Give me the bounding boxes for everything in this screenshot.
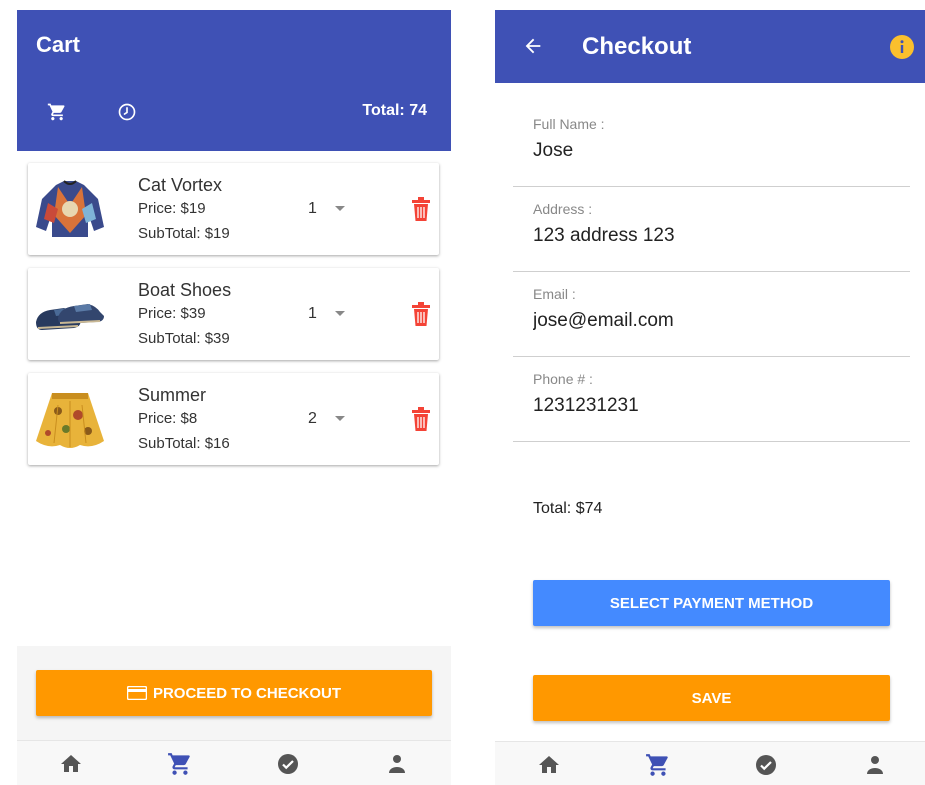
caret-down-icon [335,311,345,316]
caret-down-icon [335,206,345,211]
field-label: Email : [533,286,576,302]
page-title: Checkout [582,33,692,60]
address-field: Address : [513,201,910,272]
person-icon[interactable] [384,751,410,777]
sweater-image [34,175,106,243]
item-price: Price: $19 [138,200,206,217]
shoes-image [34,280,106,348]
cart-icon[interactable] [645,752,671,778]
trash-icon[interactable] [411,406,431,432]
quantity-select[interactable]: 1 [308,200,352,220]
cart-footer: PROCEED TO CHECKOUT [17,646,451,741]
arrow-back-icon[interactable] [522,35,544,57]
person-icon[interactable] [862,752,888,778]
check-circle-icon[interactable] [753,752,779,778]
field-label: Full Name : [533,116,605,132]
item-subtotal: SubTotal: $39 [138,330,230,347]
bottom-nav [495,741,925,785]
phone-field: Phone # : [513,371,910,442]
item-name: Boat Shoes [138,280,232,300]
quantity-select[interactable]: 2 [308,410,352,430]
item-price: Price: $8 [138,410,198,427]
item-name: Summer [138,385,207,405]
checkout-header: Checkout [495,10,925,83]
cart-screen: Cart Total: 74 Cat Vortex Price: $19 Sub… [17,10,451,785]
item-name: Cat Vortex [138,175,223,195]
trash-icon[interactable] [411,196,431,222]
cart-item: Cat Vortex Price: $19 SubTotal: $19 1 [28,163,439,255]
email-input[interactable] [533,308,903,334]
clock-icon[interactable] [117,102,137,122]
address-input[interactable] [533,223,903,249]
full-name-input[interactable] [533,138,903,164]
proceed-button-label: PROCEED TO CHECKOUT [152,684,342,702]
cart-header: Cart Total: 74 [17,10,451,151]
full-name-field: Full Name : [513,116,910,187]
info-icon[interactable] [890,35,914,59]
select-payment-method-button[interactable]: SELECT PAYMENT METHOD [533,580,890,626]
bottom-nav [17,740,451,785]
checkout-total: Total: $74 [533,500,603,517]
cart-item: Summer Price: $8 SubTotal: $16 2 [28,373,439,465]
field-label: Address : [533,201,593,217]
checkout-screen: Checkout Full Name : Address : Email : P… [495,10,925,785]
page-title: Cart [36,32,81,57]
cart-icon[interactable] [167,751,193,777]
home-icon[interactable] [58,751,84,777]
quantity-value: 2 [308,410,317,427]
home-icon[interactable] [536,752,562,778]
quantity-select[interactable]: 1 [308,305,352,325]
item-price: Price: $39 [138,305,206,322]
credit-card-icon [126,686,147,700]
cart-total: Total: 74 [362,102,427,119]
quantity-value: 1 [308,305,317,322]
phone-input[interactable] [533,393,903,419]
save-button[interactable]: SAVE [533,675,890,721]
trash-icon[interactable] [411,301,431,327]
proceed-to-checkout-button[interactable]: PROCEED TO CHECKOUT [36,670,432,716]
cart-icon[interactable] [47,102,67,122]
caret-down-icon [335,416,345,421]
email-field: Email : [513,286,910,357]
cart-list: Cat Vortex Price: $19 SubTotal: $19 1 Bo… [28,163,439,478]
check-circle-icon[interactable] [275,751,301,777]
item-subtotal: SubTotal: $16 [138,435,230,452]
field-label: Phone # : [533,371,593,387]
quantity-value: 1 [308,200,317,217]
skirt-image [34,385,106,453]
cart-item: Boat Shoes Price: $39 SubTotal: $39 1 [28,268,439,360]
item-subtotal: SubTotal: $19 [138,225,230,242]
